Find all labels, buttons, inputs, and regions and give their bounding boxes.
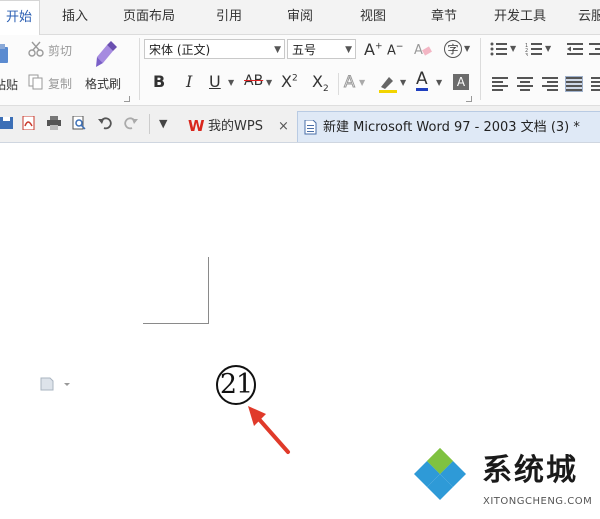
font-name-select[interactable]: 宋体 (正文) ▼ (144, 39, 285, 59)
enclosed-character[interactable]: 21 (216, 365, 256, 405)
enclose-character-glyph: 字 (447, 43, 459, 56)
document-tab-label: 新建 Microsoft Word 97 - 2003 文档 (3) * (323, 120, 580, 135)
svg-text:A: A (414, 43, 423, 57)
font-name-value: 宋体 (正文) (149, 43, 211, 57)
copy-label[interactable]: 复制 (48, 75, 72, 92)
paste-label[interactable]: 粘贴 (0, 76, 18, 93)
paste-options-button[interactable] (40, 376, 70, 395)
group-separator (139, 38, 140, 100)
tab-chapter[interactable]: 章节 (431, 0, 457, 34)
chevron-down-icon[interactable]: ▼ (400, 78, 406, 87)
chevron-down-icon[interactable]: ▼ (510, 44, 516, 53)
chevron-down-icon[interactable]: ▼ (228, 78, 234, 87)
word-document-icon (304, 120, 317, 135)
distributed-align-icon[interactable] (591, 77, 600, 91)
enclose-character-button[interactable]: 字 (444, 40, 462, 58)
scissors-icon[interactable] (28, 41, 44, 57)
character-shading-icon[interactable]: A (453, 74, 469, 90)
shrink-font-glyph: A (387, 43, 396, 59)
tab-developer-tools[interactable]: 开发工具 (494, 0, 546, 34)
paste-icon[interactable] (0, 43, 10, 65)
document-canvas[interactable]: 21 系统城 XITONGCHENG.COM (0, 143, 600, 519)
superscript-mark: 2 (291, 73, 298, 84)
svg-text:3: 3 (525, 53, 528, 56)
format-painter-icon[interactable] (93, 39, 119, 69)
chevron-down-icon[interactable]: ▼ (464, 44, 470, 53)
chevron-down-icon: ▼ (345, 45, 352, 55)
subscript-glyph: X (312, 72, 323, 91)
xitongcheng-logo-icon (413, 446, 467, 500)
tab-view[interactable]: 视图 (360, 0, 386, 34)
wps-logo-icon: W (188, 117, 205, 135)
tab-my-wps[interactable]: W 我的WPS × (180, 111, 296, 142)
watermark-brand: 系统城 (482, 453, 578, 488)
group-separator (480, 38, 481, 100)
print-preview-icon[interactable] (72, 116, 86, 130)
copy-icon[interactable] (28, 74, 44, 90)
tab-my-wps-label: 我的WPS (208, 119, 263, 134)
shrink-font-button[interactable]: A− (387, 42, 403, 58)
paste-options-icon (40, 377, 70, 391)
numbered-list-icon[interactable]: 1 2 3 (525, 42, 543, 56)
customize-dropdown-icon[interactable]: ▼ (159, 117, 167, 130)
clipboard-group-launcher[interactable] (124, 96, 130, 102)
subscript-mark: 2 (322, 84, 329, 95)
minus-icon: − (395, 42, 404, 52)
bullet-list-icon[interactable] (490, 42, 508, 56)
bold-button[interactable]: B (153, 72, 165, 91)
plus-icon: + (374, 41, 383, 52)
margin-corner-mark (208, 257, 209, 324)
highlight-icon[interactable] (378, 74, 398, 94)
annotation-arrow-icon (248, 406, 290, 454)
tab-references[interactable]: 引用 (216, 0, 242, 34)
strikethrough-button[interactable]: AB (244, 73, 263, 89)
cut-label[interactable]: 剪切 (48, 42, 72, 59)
tab-current-document[interactable]: 新建 Microsoft Word 97 - 2003 文档 (3) * (297, 111, 600, 142)
tab-page-layout[interactable]: 页面布局 (123, 0, 175, 34)
ribbon: 粘贴 剪切 复制 格式刷 宋体 (正文) ▼ 五号 ▼ A+ A− A 字 ▼ … (0, 35, 600, 106)
group-separator (338, 73, 339, 95)
font-group-launcher[interactable] (466, 96, 472, 102)
decrease-indent-icon[interactable] (567, 42, 583, 56)
grow-font-glyph: A (364, 40, 375, 59)
tab-cloud-service[interactable]: 云服 (578, 0, 600, 34)
menu-bar: 开始 插入 页面布局 引用 审阅 视图 章节 开发工具 云服 (0, 0, 600, 36)
align-right-icon[interactable] (542, 77, 558, 91)
watermark-url: XITONGCHENG.COM (483, 496, 593, 507)
superscript-button[interactable]: X2 (281, 72, 298, 91)
align-left-icon[interactable] (492, 77, 508, 91)
format-painter-label[interactable]: 格式刷 (85, 75, 121, 92)
font-size-select[interactable]: 五号 ▼ (287, 39, 356, 59)
subscript-button[interactable]: X2 (312, 72, 329, 94)
superscript-glyph: X (281, 72, 292, 91)
print-icon[interactable] (47, 116, 61, 130)
tab-review[interactable]: 审阅 (287, 0, 313, 34)
undo-icon[interactable] (98, 116, 112, 130)
font-color-button[interactable]: A (416, 71, 428, 91)
text-effect-button[interactable]: A (344, 72, 356, 92)
quick-access-bar: ▼ W 我的WPS × 新建 Microsoft Word 97 - 2003 … (0, 106, 600, 143)
margin-corner-mark (143, 323, 209, 324)
chevron-down-icon[interactable]: ▼ (545, 44, 551, 53)
redo-icon[interactable] (124, 116, 138, 130)
clear-format-icon[interactable]: A (414, 41, 432, 57)
tab-home[interactable]: 开始 (0, 0, 40, 36)
close-icon[interactable]: × (278, 111, 289, 142)
underline-button[interactable]: U (209, 72, 221, 91)
chevron-down-icon[interactable]: ▼ (436, 78, 442, 87)
export-pdf-icon[interactable] (22, 116, 36, 130)
grow-font-button[interactable]: A+ (364, 40, 383, 59)
toolbar-separator (149, 114, 150, 134)
tab-insert[interactable]: 插入 (62, 0, 88, 34)
align-center-icon[interactable] (517, 77, 533, 91)
save-icon[interactable] (0, 116, 14, 130)
font-size-value: 五号 (292, 43, 317, 57)
chevron-down-icon: ▼ (274, 45, 281, 55)
increase-indent-icon[interactable] (589, 42, 600, 56)
justify-icon[interactable] (565, 76, 583, 92)
italic-button[interactable]: I (186, 72, 192, 91)
chevron-down-icon[interactable]: ▼ (266, 78, 272, 87)
chevron-down-icon[interactable]: ▼ (359, 78, 365, 87)
